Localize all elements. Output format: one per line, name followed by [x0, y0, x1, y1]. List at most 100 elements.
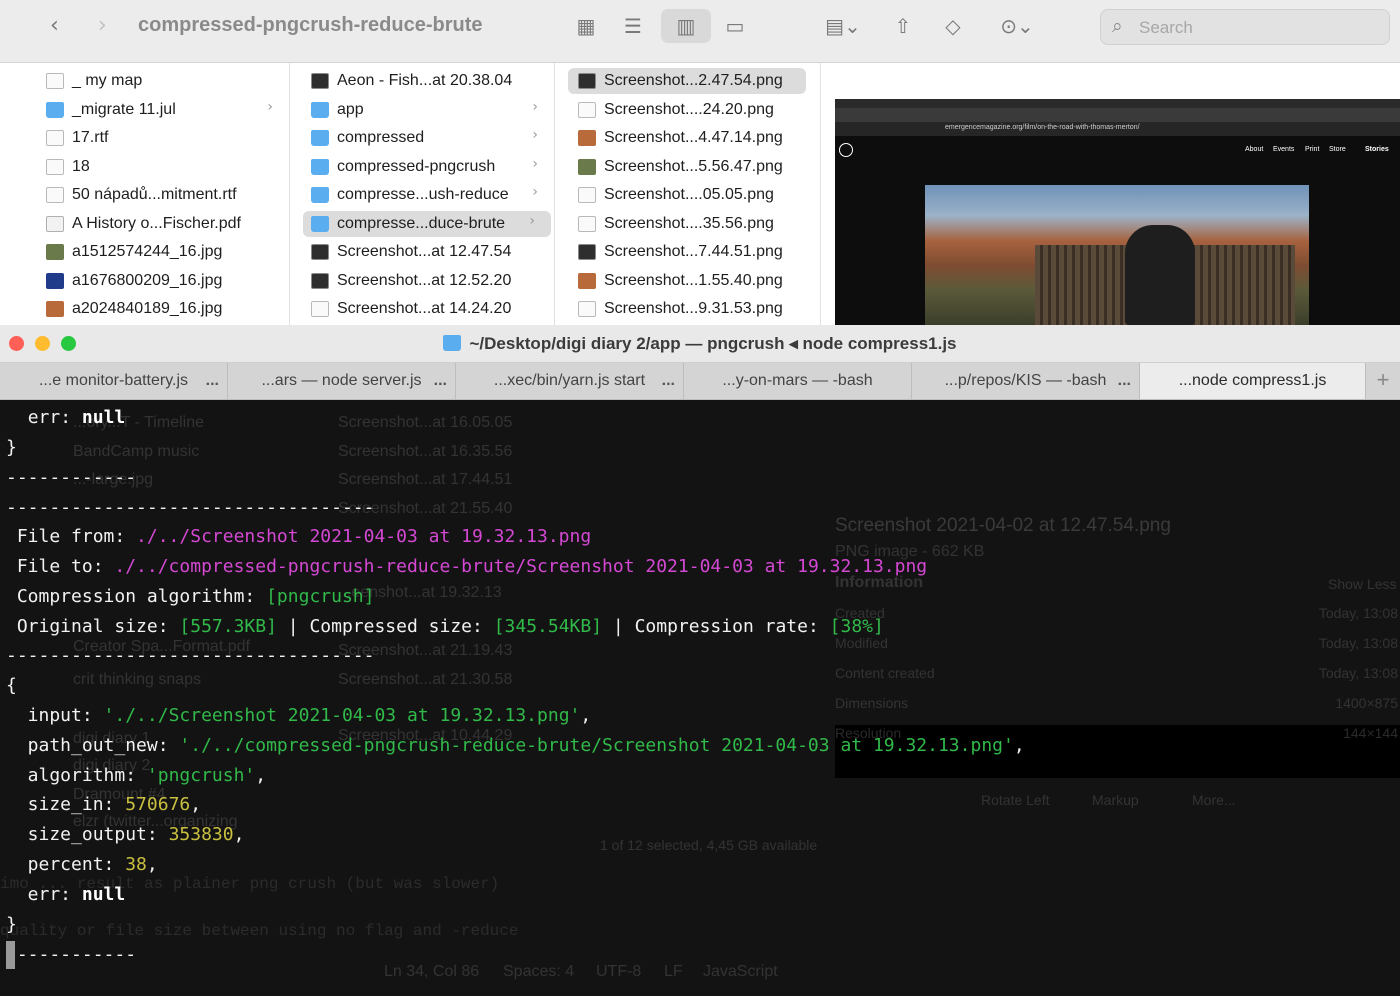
folder-icon [311, 215, 329, 232]
ghost-finder-row: Screenshot...at 16.05.05 [338, 414, 513, 431]
chevron-right-icon: › [532, 127, 538, 143]
gallery-view-icon[interactable]: ▭ [710, 9, 760, 43]
file-row[interactable]: Screenshot...9.31.53.png [558, 296, 820, 322]
folder-row[interactable]: compresse...duce-brute › [303, 210, 551, 237]
algorithm-value: 'pngcrush' [146, 765, 256, 786]
folder-row[interactable]: app › [293, 97, 554, 123]
share-icon[interactable]: ⇧ [878, 9, 928, 43]
image-file-icon [578, 130, 596, 146]
chevron-right-icon: › [529, 212, 535, 229]
comma: , [190, 794, 202, 815]
preview-figure [1125, 225, 1195, 325]
file-row[interactable]: _ my map [28, 68, 289, 94]
image-file-icon [46, 272, 64, 289]
output-line: ------------ [6, 940, 136, 970]
ellipsis-icon[interactable]: ⊙⌄ [990, 9, 1044, 43]
file-row[interactable]: Screenshot...7.44.51.png [558, 239, 820, 265]
image-file-icon [578, 272, 596, 289]
err-key-2: err: [6, 884, 82, 905]
file-name: Screenshot...1.55.40.png [604, 271, 783, 289]
chevron-right-icon: › [532, 155, 538, 172]
ghost-info-value: Today, 13:08 [1318, 605, 1398, 621]
chevron-left-icon[interactable]: ‹ [50, 12, 59, 40]
preview-nav-events: Events [1273, 146, 1295, 153]
output-line: ---------------------------------- [6, 493, 374, 523]
output-line: percent: 38, [6, 850, 158, 880]
finder-title: compressed-pngcrush-reduce-brute [138, 14, 483, 36]
algo-value: [pngcrush] [266, 586, 375, 607]
ghost-finder-row: Screenshot...at 17.44.51 [338, 471, 513, 488]
file-from-label: File from: [6, 526, 137, 547]
file-name: a1512574244_16.jpg [72, 243, 223, 260]
file-row[interactable]: Screenshot...at 12.47.54 [293, 239, 554, 265]
ghost-action-rotate: Rotate Left [981, 792, 1050, 808]
output-line: path_out_new: './../compressed-pngcrush-… [6, 731, 1025, 761]
image-file-icon [578, 244, 596, 260]
dashes-long-2: ---------------------------------- [6, 645, 375, 666]
output-line: size_in: 570676, [6, 790, 201, 820]
dashes-long: ---------------------------------- [6, 497, 375, 518]
file-row[interactable]: Screenshot...at 14.24.20 [293, 296, 554, 322]
file-row[interactable]: a2024840189_16.jpg [28, 296, 289, 322]
folder-row[interactable]: compressed-pngcrush › [293, 154, 554, 180]
input-value: './../Screenshot 2021-04-03 at 19.32.13.… [103, 705, 581, 726]
finder-window: ‹ › compressed-pngcrush-reduce-brute ▦ ☰… [0, 0, 1400, 325]
file-row[interactable]: A History o...Fischer.pdf [28, 211, 289, 237]
output-line: algorithm: 'pngcrush', [6, 761, 266, 791]
ghost-finder-row: Screenshot...at 16.35.56 [338, 443, 513, 460]
comma: , [233, 824, 245, 845]
preview-url: emergencemagazine.org/film/on-the-road-w… [945, 124, 1140, 131]
document-icon [46, 187, 64, 203]
file-name: a1676800209_16.jpg [72, 271, 223, 289]
list-view-icon[interactable]: ☰ [608, 9, 658, 43]
file-name: _migrate 11.jul [72, 100, 176, 118]
file-row[interactable]: 50 nápadů...mitment.rtf [28, 182, 289, 208]
ghost-statusbar-item: JavaScript [703, 963, 778, 980]
file-name: Screenshot...5.56.47.png [604, 157, 783, 175]
path-key: path_out_new: [6, 735, 180, 756]
file-row[interactable]: Screenshot...at 12.52.20 [293, 268, 554, 294]
file-name: Screenshot...at 12.47.54 [337, 243, 512, 260]
file-row[interactable]: Screenshot...4.47.14.png [558, 125, 820, 151]
file-to-label: File to: [6, 556, 115, 577]
file-name: Screenshot....24.20.png [604, 100, 774, 118]
folder-row[interactable]: _migrate 11.jul › [28, 97, 289, 123]
ghost-preview-title: Screenshot 2021-04-02 at 12.47.54.png [835, 515, 1171, 536]
ghost-statusbar-item: LF [664, 963, 683, 980]
folder-icon [46, 101, 64, 118]
file-name: Screenshot...at 12.52.20 [337, 271, 512, 289]
file-row[interactable]: Aeon - Fish...at 20.38.04 [293, 68, 554, 94]
file-name: A History o...Fischer.pdf [72, 214, 241, 232]
ghost-statusbar-item: UTF-8 [596, 963, 642, 980]
grid-view-icon[interactable]: ▦ [561, 9, 611, 43]
search-icon: ⌕ [1112, 15, 1123, 37]
file-row[interactable]: 17.rtf [28, 125, 289, 151]
file-name: 50 nápadů...mitment.rtf [72, 186, 237, 203]
file-row[interactable]: Screenshot...2.47.54.png [568, 68, 806, 94]
file-row[interactable]: a1512574244_16.jpg [28, 239, 289, 265]
column-view-icon[interactable]: ▥ [661, 9, 711, 43]
folder-row[interactable]: compresse...ush-reduce › [293, 182, 554, 208]
file-row[interactable]: a1676800209_16.jpg [28, 268, 289, 294]
output-line: } [6, 433, 17, 463]
file-row[interactable]: Screenshot...5.56.47.png [558, 154, 820, 180]
finder-column-3: Screenshot...2.47.54.png Screenshot....24… [558, 63, 821, 325]
path-value: './../compressed-pngcrush-reduce-brute/S… [179, 735, 1014, 756]
tag-icon[interactable]: ◇ [928, 9, 978, 43]
output-line: err: null [6, 880, 126, 910]
file-row[interactable]: Screenshot....24.20.png [558, 97, 820, 123]
ghost-info-value: Today, 13:08 [1318, 635, 1398, 651]
ghost-action-markup: Markup [1092, 792, 1139, 808]
file-row[interactable]: Screenshot...1.55.40.png [558, 268, 820, 294]
document-icon [578, 301, 596, 317]
folder-icon [311, 187, 329, 203]
ghost-info-value: Today, 13:08 [1318, 665, 1398, 681]
search-input[interactable]: ⌕ Search [1100, 9, 1390, 45]
group-icon[interactable]: ▤⌄ [816, 9, 870, 43]
file-row[interactable]: 18 [28, 154, 289, 180]
file-row[interactable]: Screenshot....35.56.png [558, 211, 820, 237]
chevron-right-icon[interactable]: › [98, 12, 107, 40]
preview-tabs [835, 108, 1400, 122]
folder-row[interactable]: compressed › [293, 125, 554, 151]
file-row[interactable]: Screenshot....05.05.png [558, 182, 820, 208]
